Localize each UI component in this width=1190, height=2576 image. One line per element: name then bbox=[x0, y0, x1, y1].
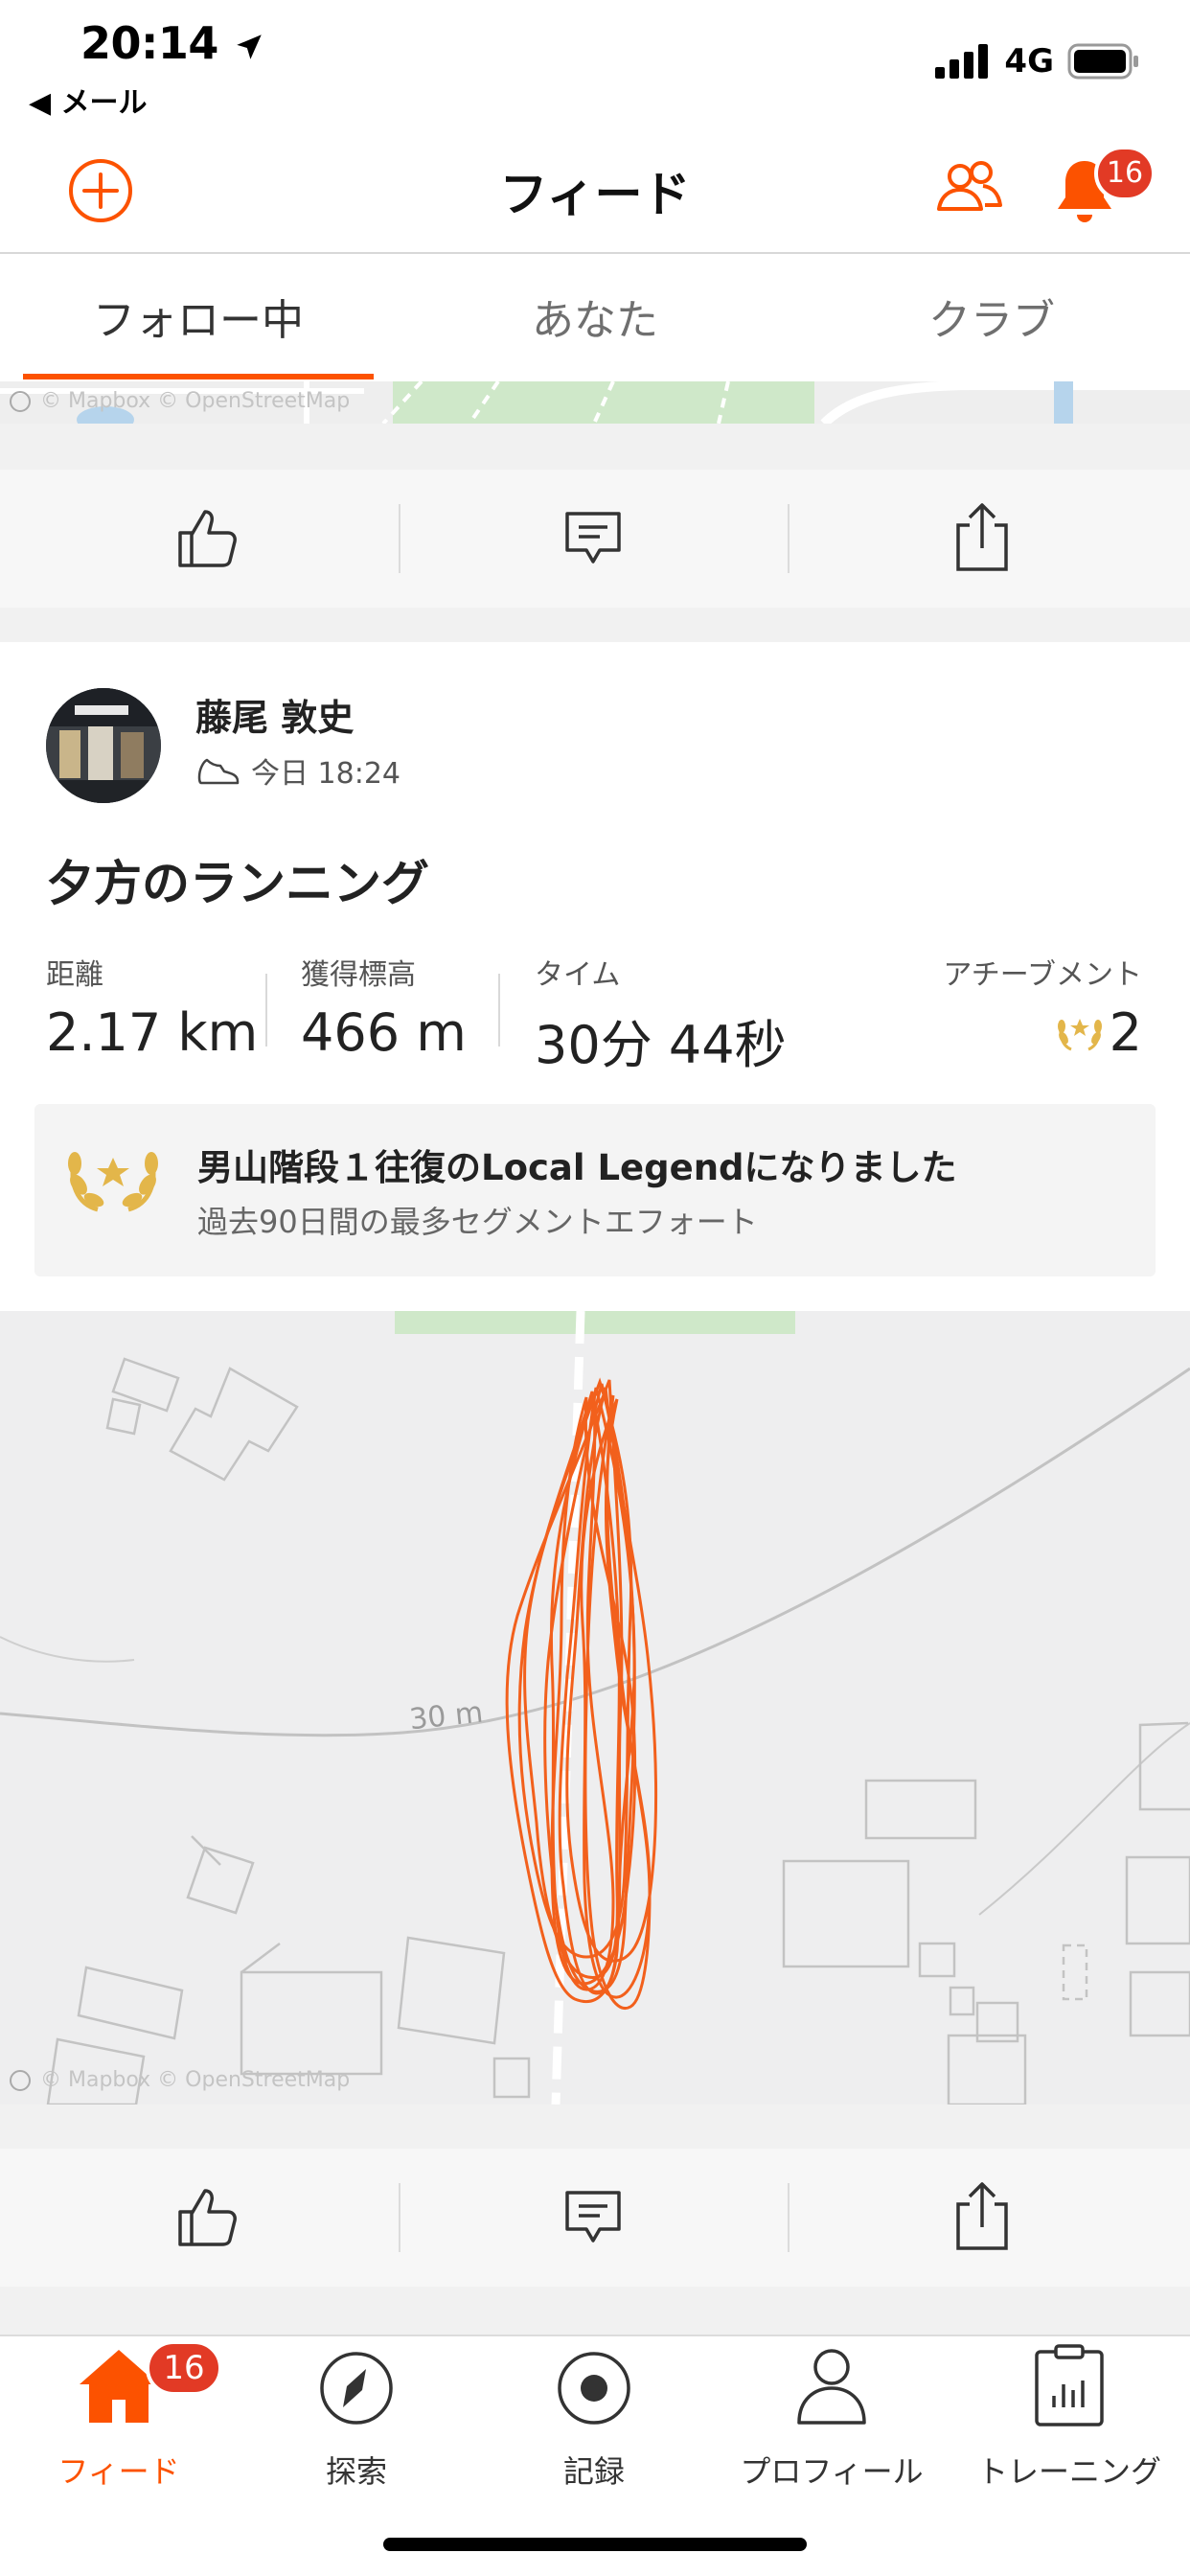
nav-record[interactable]: 記録 bbox=[475, 2334, 713, 2490]
tab-you[interactable]: あなた bbox=[397, 286, 793, 347]
action-divider bbox=[788, 504, 790, 573]
card-separator bbox=[0, 424, 1190, 470]
comment-icon bbox=[565, 2191, 621, 2242]
share-button[interactable] bbox=[950, 500, 1014, 577]
previous-activity-actions bbox=[0, 470, 1190, 608]
home-indicator bbox=[383, 2538, 807, 2551]
share-button[interactable] bbox=[950, 2179, 1014, 2256]
nav-label: プロフィール bbox=[740, 2453, 924, 2490]
local-legend-subtitle: 過去90日間の最多セグメントエフォート bbox=[197, 1204, 758, 1240]
kudos-button[interactable] bbox=[172, 504, 240, 575]
kudos-button[interactable] bbox=[172, 2183, 240, 2254]
action-divider bbox=[399, 2183, 400, 2252]
battery-icon bbox=[1067, 43, 1138, 80]
stat-achievements-value: 2 bbox=[1109, 1002, 1142, 1063]
card-separator bbox=[0, 608, 1190, 642]
local-legend-title: 男山階段１往復のLocal Legendになりました bbox=[197, 1147, 957, 1188]
contour-label: 30 m bbox=[408, 1695, 485, 1736]
active-tab-indicator bbox=[23, 374, 374, 380]
local-legend-card[interactable] bbox=[34, 1104, 1156, 1276]
card-separator bbox=[0, 2287, 1190, 2334]
action-divider bbox=[788, 2183, 790, 2252]
laurel-icon bbox=[1057, 1018, 1102, 1050]
athlete-name[interactable]: 藤尾 敦史 bbox=[195, 688, 354, 741]
network-type: 4G bbox=[1004, 42, 1054, 80]
activity-time: 今日 18:24 bbox=[195, 749, 400, 792]
map-attribution: © Mapbox © OpenStreetMap bbox=[10, 2068, 350, 2092]
mapbox-logo-icon bbox=[10, 2070, 31, 2091]
local-legend-badge bbox=[65, 1140, 161, 1221]
profile-icon bbox=[797, 2349, 866, 2425]
signal-icon bbox=[935, 44, 989, 79]
page-title: フィード bbox=[499, 167, 691, 222]
activity-actions bbox=[0, 2149, 1190, 2287]
nav-label: トレーニング bbox=[976, 2453, 1161, 2490]
status-indicators: 4G bbox=[935, 42, 1140, 80]
previous-activity-map[interactable]: © Mapbox © OpenStreetMap bbox=[0, 381, 1190, 424]
stat-elevation-label: 獲得標高 bbox=[301, 958, 416, 992]
share-icon bbox=[956, 2182, 1008, 2250]
nav-profile[interactable]: プロフィール bbox=[713, 2334, 950, 2490]
stat-elevation-value: 466 m bbox=[301, 1002, 467, 1063]
tab-clubs[interactable]: クラブ bbox=[793, 286, 1190, 347]
stat-achievements-label: アチーブメント bbox=[943, 958, 1142, 992]
people-icon bbox=[937, 161, 1002, 211]
training-icon bbox=[1035, 2344, 1104, 2426]
notification-badge: 16 bbox=[1094, 146, 1156, 201]
nav-explore[interactable]: 探索 bbox=[238, 2334, 475, 2490]
avatar[interactable] bbox=[46, 688, 161, 803]
thumbs-up-icon bbox=[178, 2189, 237, 2246]
activity-map[interactable]: 30 m © Mapbox © OpenStreetMap bbox=[0, 1311, 1190, 2104]
action-divider bbox=[399, 504, 400, 573]
thumbs-up-icon bbox=[178, 510, 237, 567]
nav-label: フィード bbox=[57, 2453, 180, 2490]
share-icon bbox=[956, 503, 1008, 571]
header-divider bbox=[0, 252, 1190, 254]
location-arrow-icon bbox=[237, 34, 263, 59]
record-icon bbox=[558, 2352, 630, 2425]
activity-title[interactable]: 夕方のランニング bbox=[46, 845, 429, 914]
status-time: 20:14 bbox=[80, 17, 265, 69]
comment-button[interactable] bbox=[561, 506, 625, 573]
stat-time-label: タイム bbox=[535, 958, 621, 992]
card-separator bbox=[0, 2104, 1190, 2149]
stat-distance-label: 距離 bbox=[46, 958, 103, 992]
stat-distance-value: 2.17 km bbox=[46, 1002, 259, 1063]
find-friends-button[interactable] bbox=[935, 157, 1004, 222]
stat-divider bbox=[498, 974, 500, 1046]
nav-label: 記録 bbox=[562, 2453, 625, 2490]
shoe-icon bbox=[197, 758, 240, 785]
nav-training[interactable]: トレーニング bbox=[950, 2334, 1188, 2490]
comment-icon bbox=[565, 512, 621, 564]
nav-label: 探索 bbox=[325, 2453, 387, 2490]
stat-divider bbox=[265, 974, 267, 1046]
feed-badge: 16 bbox=[146, 2340, 222, 2396]
back-to-mail-link[interactable]: ◀ メール bbox=[29, 79, 148, 121]
mapbox-logo-icon bbox=[10, 391, 31, 412]
tab-following[interactable]: フォロー中 bbox=[0, 286, 397, 347]
laurel-icon bbox=[68, 1152, 158, 1212]
stat-achievements[interactable]: 2 bbox=[1056, 1002, 1142, 1063]
comment-button[interactable] bbox=[561, 2185, 625, 2252]
map-attribution: © Mapbox © OpenStreetMap bbox=[10, 389, 350, 413]
compass-icon bbox=[320, 2352, 393, 2425]
stat-time-value: 30分 44秒 bbox=[535, 1015, 787, 1075]
